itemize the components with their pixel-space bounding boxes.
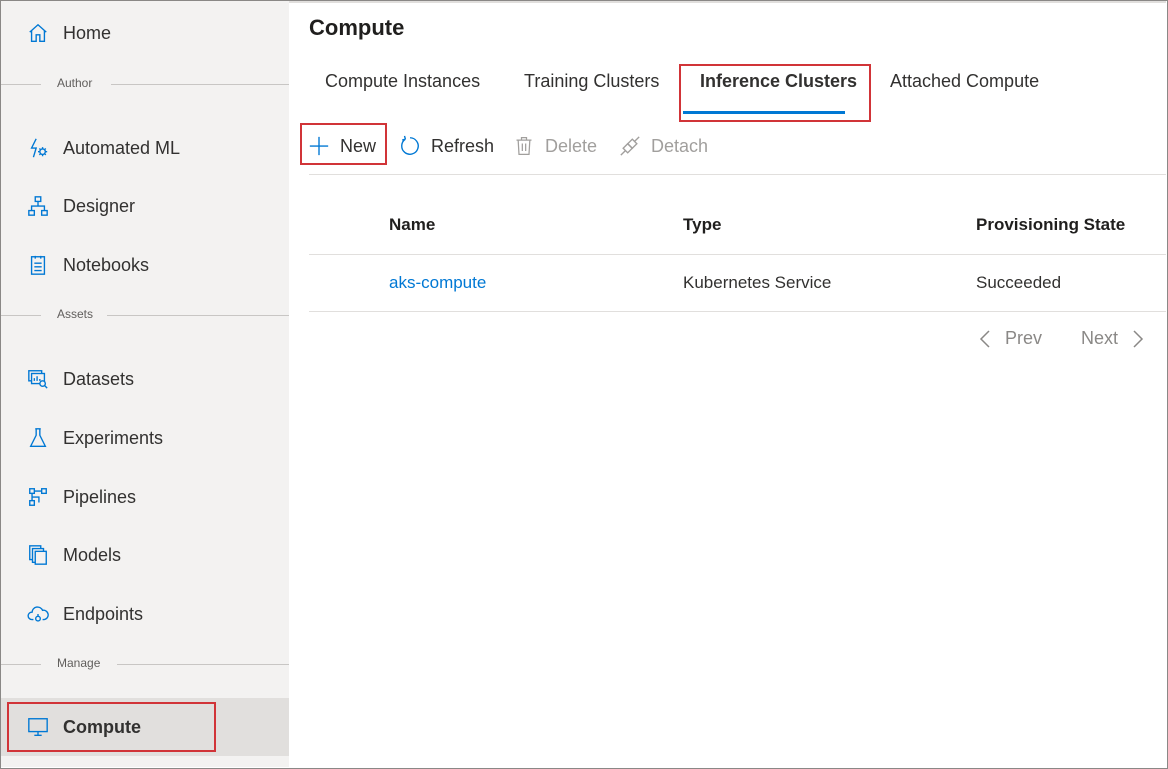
sidebar-item-label: Datasets <box>63 368 135 389</box>
automated-ml-icon <box>26 136 50 160</box>
sidebar-item-notebooks[interactable]: Notebooks <box>1 239 289 291</box>
tab-inference-clusters[interactable]: Inference Clusters <box>700 71 857 92</box>
delete-button[interactable]: Delete <box>512 131 597 161</box>
tab-training-clusters[interactable]: Training Clusters <box>524 71 659 92</box>
endpoints-icon <box>26 602 50 626</box>
sidebar-item-models[interactable]: Models <box>1 529 289 581</box>
sidebar: Home Author Automated ML Designer Notebo… <box>1 1 289 767</box>
sidebar-item-home[interactable]: Home <box>1 7 289 59</box>
tab-compute-instances[interactable]: Compute Instances <box>325 71 480 92</box>
sidebar-item-endpoints[interactable]: Endpoints <box>1 588 289 640</box>
delete-button-label: Delete <box>545 135 598 156</box>
sidebar-item-designer[interactable]: Designer <box>1 180 289 232</box>
tab-attached-compute[interactable]: Attached Compute <box>890 71 1039 92</box>
sidebar-item-label: Experiments <box>63 427 164 448</box>
prev-page-button[interactable]: Prev <box>977 328 1042 349</box>
section-label: Assets <box>57 307 94 321</box>
sidebar-item-automated-ml[interactable]: Automated ML <box>1 122 289 174</box>
datasets-icon <box>26 367 50 391</box>
detach-button[interactable]: Detach <box>618 131 708 161</box>
column-header-provisioning-state[interactable]: Provisioning State <box>976 215 1125 235</box>
next-page-button[interactable]: Next <box>1081 328 1146 349</box>
section-label: Manage <box>57 656 101 670</box>
active-tab-underline <box>683 111 845 114</box>
sidebar-item-label: Endpoints <box>63 603 144 624</box>
models-icon <box>26 543 50 567</box>
page-title: Compute <box>309 15 405 40</box>
chevron-left-icon <box>977 329 993 349</box>
refresh-button[interactable]: Refresh <box>398 131 494 161</box>
new-button-label: New <box>340 135 377 156</box>
detach-icon <box>618 134 642 158</box>
header-divider <box>309 254 1166 255</box>
sidebar-item-pipelines[interactable]: Pipelines <box>1 471 289 523</box>
sidebar-item-label: Models <box>63 544 122 565</box>
prev-page-label: Prev <box>1005 328 1043 348</box>
plus-icon <box>307 134 331 158</box>
sidebar-item-experiments[interactable]: Experiments <box>1 412 289 464</box>
designer-icon <box>26 194 50 218</box>
chevron-right-icon <box>1130 329 1146 349</box>
row-divider <box>309 311 1166 312</box>
section-manage: Manage <box>1 654 289 674</box>
compute-icon <box>26 715 50 739</box>
next-page-label: Next <box>1081 328 1119 348</box>
provisioning-state: Succeeded <box>976 273 1062 292</box>
main-panel: Compute Compute Instances Training Clust… <box>289 1 1166 767</box>
sidebar-item-compute[interactable]: Compute <box>1 698 289 756</box>
section-label: Author <box>57 76 93 90</box>
home-icon <box>26 21 50 45</box>
sidebar-item-label: Automated ML <box>63 137 181 158</box>
column-header-type[interactable]: Type <box>683 215 721 235</box>
sidebar-item-label: Compute <box>63 716 141 737</box>
sidebar-item-label: Designer <box>63 195 136 216</box>
section-author: Author <box>1 74 289 94</box>
sidebar-item-label: Home <box>63 22 112 43</box>
notebooks-icon <box>26 253 50 277</box>
trash-icon <box>512 134 536 158</box>
sidebar-item-label: Pipelines <box>63 486 137 507</box>
section-assets: Assets <box>1 305 289 325</box>
refresh-button-label: Refresh <box>431 135 495 156</box>
compute-name-link[interactable]: aks-compute <box>389 273 486 293</box>
detach-button-label: Detach <box>651 135 709 156</box>
column-header-name[interactable]: Name <box>389 215 435 235</box>
pipelines-icon <box>26 485 50 509</box>
top-divider <box>289 1 1166 3</box>
sidebar-item-label: Notebooks <box>63 254 150 275</box>
experiments-icon <box>26 426 50 450</box>
refresh-icon <box>398 134 422 158</box>
new-button[interactable]: New <box>307 131 376 161</box>
toolbar-divider <box>309 174 1166 175</box>
compute-type: Kubernetes Service <box>683 273 832 292</box>
sidebar-item-datasets[interactable]: Datasets <box>1 353 289 405</box>
